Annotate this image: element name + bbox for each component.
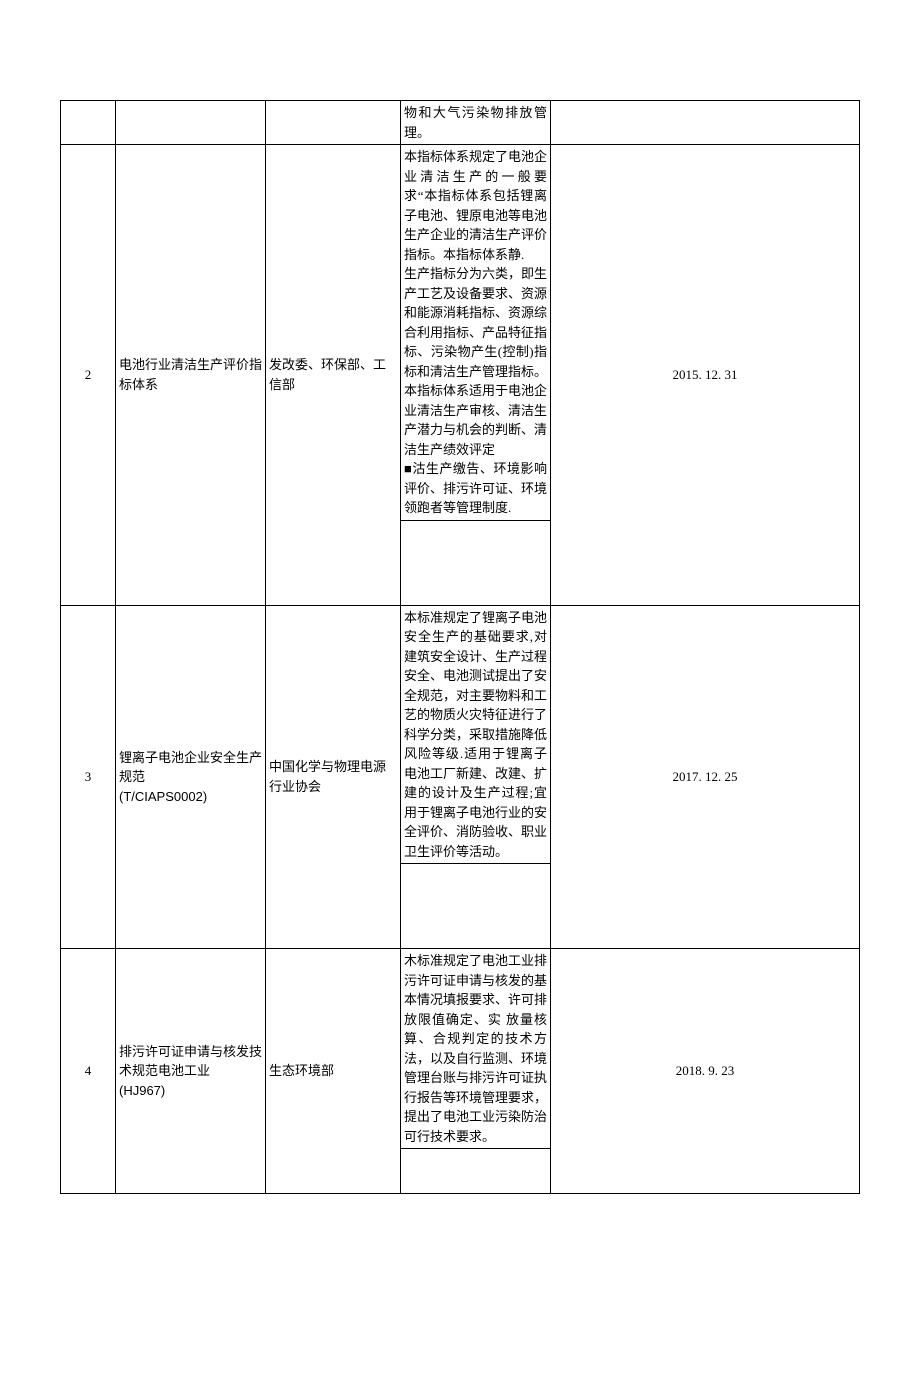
cell-name: 排污许可证申请与核发技术规范电池工业 (HJ967) xyxy=(116,949,266,1194)
cell-index xyxy=(61,101,116,145)
cell-desc: 物和大气污染物排放管理。 xyxy=(401,101,551,145)
cell-name-line1: 排污许可证申请与核发技术规范电池工业 xyxy=(119,1044,262,1079)
cell-desc-blank xyxy=(401,520,551,605)
cell-name-line1: 锂离子电池企业安全生产规范 xyxy=(119,750,262,785)
cell-name: 电池行业清洁生产评价指标体系 xyxy=(116,145,266,606)
cell-issuer: 生态环境部 xyxy=(266,949,401,1194)
cell-date: 2017. 12. 25 xyxy=(551,605,860,949)
cell-index: 2 xyxy=(61,145,116,606)
table-row: 4 排污许可证申请与核发技术规范电池工业 (HJ967) 生态环境部 木标准规定… xyxy=(61,949,860,1149)
cell-date xyxy=(551,101,860,145)
cell-desc-blank xyxy=(401,864,551,949)
table-row: 2 电池行业清洁生产评价指标体系 发改委、环保部、工信部 本指标体系规定了电池企… xyxy=(61,145,860,521)
cell-date: 2015. 12. 31 xyxy=(551,145,860,606)
document-page: 物和大气污染物排放管理。 2 电池行业清洁生产评价指标体系 发改委、环保部、工信… xyxy=(0,0,920,1394)
cell-issuer xyxy=(266,101,401,145)
cell-issuer: 中国化学与物理电源行业协会 xyxy=(266,605,401,949)
cell-issuer: 发改委、环保部、工信部 xyxy=(266,145,401,606)
cell-date: 2018. 9. 23 xyxy=(551,949,860,1194)
regulations-table: 物和大气污染物排放管理。 2 电池行业清洁生产评价指标体系 发改委、环保部、工信… xyxy=(60,100,860,1194)
cell-name: 锂离子电池企业安全生产规范 (T/CIAPS0002) xyxy=(116,605,266,949)
cell-name-line2: (T/CIAPS0002) xyxy=(119,789,207,804)
cell-name xyxy=(116,101,266,145)
table-row: 物和大气污染物排放管理。 xyxy=(61,101,860,145)
cell-desc: 木标准规定了电池工业排污许可证申请与核发的基本情况填报要求、许可排放限值确定、实… xyxy=(401,949,551,1149)
cell-index: 4 xyxy=(61,949,116,1194)
cell-desc-blank xyxy=(401,1149,551,1194)
cell-name-line2: (HJ967) xyxy=(119,1083,165,1098)
cell-index: 3 xyxy=(61,605,116,949)
table-row: 3 锂离子电池企业安全生产规范 (T/CIAPS0002) 中国化学与物理电源行… xyxy=(61,605,860,864)
cell-desc: 本指标体系规定了电池企业清洁生产的一般要求“本指标体系包括锂离子电池、锂原电池等… xyxy=(401,145,551,521)
cell-desc: 本标准规定了锂离子电池安全生产的基础要求,对建筑安全设计、生产过程安全、电池测试… xyxy=(401,605,551,864)
